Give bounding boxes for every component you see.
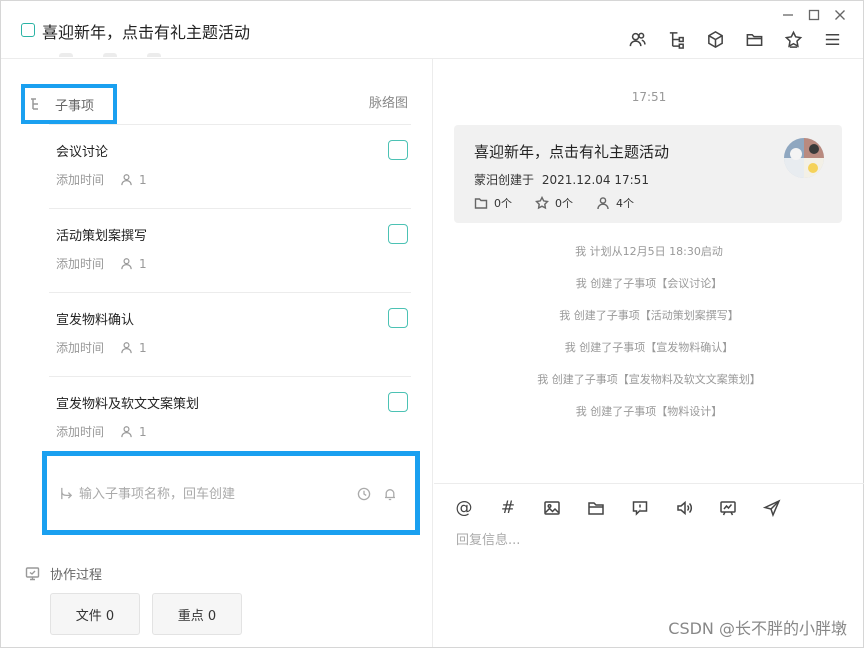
task-summary-card[interactable]: 喜迎新年，点击有礼主题活动 蒙汨创建于 2021.12.04 17:51 0个 … xyxy=(454,125,842,223)
log-entry: 我 创建了子事项【宣发物料确认】 xyxy=(564,341,734,354)
subtask-meta: 添加时间 1 xyxy=(56,423,147,440)
tab-indicator xyxy=(103,53,117,57)
due-date-icon[interactable] xyxy=(357,486,372,501)
subtask-item[interactable]: 宣发物料确认 添加时间 1 xyxy=(49,292,411,376)
log-entry: 我 创建了子事项【会议讨论】 xyxy=(575,277,723,290)
star-icon[interactable] xyxy=(783,29,804,50)
user-icon xyxy=(597,197,609,210)
subtask-name: 会议讨论 xyxy=(56,145,109,160)
subtask-name: 宣发物料确认 xyxy=(56,313,135,328)
close-icon[interactable] xyxy=(833,7,847,23)
subtask-assignee-count: 1 xyxy=(139,424,147,439)
cube-icon[interactable] xyxy=(705,29,726,50)
user-icon[interactable] xyxy=(120,257,134,271)
subtask-time-label[interactable]: 添加时间 xyxy=(56,339,104,356)
subtask-assignee-count: 1 xyxy=(139,340,147,355)
feedback-icon[interactable] xyxy=(630,498,650,518)
tab-indicator xyxy=(147,53,161,57)
subtask-meta: 添加时间 1 xyxy=(56,171,147,188)
hierarchy-icon[interactable] xyxy=(666,29,687,50)
folder-icon[interactable] xyxy=(744,29,765,50)
card-files-stat: 0个 xyxy=(474,195,512,211)
mention-icon[interactable]: @ xyxy=(454,498,474,518)
log-entry: 我 计划从12月5日 18:30启动 xyxy=(575,245,723,258)
reply-input[interactable] xyxy=(456,528,836,552)
mindmap-link[interactable]: 脉络图 xyxy=(369,92,408,111)
subtask-list: 会议讨论 添加时间 1 活动策划案撰写 添加时间 1 宣发物料确认 添加时间 1… xyxy=(49,124,411,460)
voice-icon[interactable] xyxy=(674,498,694,518)
subtask-branch-icon xyxy=(59,486,75,502)
watermark: CSDN @长不胖的小胖墩 xyxy=(668,619,847,638)
activity-log: 我 计划从12月5日 18:30启动 我 创建了子事项【会议讨论】 我 创建了子… xyxy=(434,243,864,435)
app-window: 喜迎新年，点击有礼主题活动 子事项 脉络图 会议讨论 添加时间 1 活动策划案撰… xyxy=(0,0,864,648)
card-members-count: 4个 xyxy=(616,197,634,210)
subtask-meta: 添加时间 1 xyxy=(56,339,147,356)
subtask-assignee-count: 1 xyxy=(139,256,147,271)
card-creator-prefix: 蒙汨创建于 xyxy=(474,173,535,187)
menu-icon[interactable] xyxy=(822,29,843,50)
title-bar: 喜迎新年，点击有礼主题活动 xyxy=(1,1,863,59)
task-toolbar xyxy=(627,29,843,50)
members-icon[interactable] xyxy=(627,29,648,50)
subtask-checkbox[interactable] xyxy=(388,308,408,328)
subtask-assignee-count: 1 xyxy=(139,172,147,187)
task-title: 喜迎新年，点击有礼主题活动 xyxy=(42,23,251,42)
subtasks-header-label: 子事项 xyxy=(55,98,95,114)
card-stats: 0个 0个 4个 xyxy=(474,195,657,211)
subtask-item[interactable]: 会议讨论 添加时间 1 xyxy=(49,124,411,208)
subtask-panel: 子事项 脉络图 会议讨论 添加时间 1 活动策划案撰写 添加时间 1 宣发物料确… xyxy=(1,59,433,647)
log-entry: 我 创建了子事项【宣发物料及软文文案策划】 xyxy=(537,373,761,386)
image-icon[interactable] xyxy=(542,498,562,518)
new-subtask-box xyxy=(42,451,420,535)
subtask-name: 宣发物料及软文文案策划 xyxy=(56,397,200,412)
collaboration-icon xyxy=(25,567,40,581)
subtask-time-label[interactable]: 添加时间 xyxy=(56,255,104,272)
subtask-checkbox[interactable] xyxy=(388,224,408,244)
subtask-time-label[interactable]: 添加时间 xyxy=(56,423,104,440)
card-members-stat: 4个 xyxy=(596,195,634,211)
user-icon[interactable] xyxy=(120,341,134,355)
message-time: 17:51 xyxy=(631,90,667,104)
card-created-at: 2021.12.04 17:51 xyxy=(541,173,649,187)
folder-icon[interactable] xyxy=(586,498,606,518)
collaboration-process-header: 协作过程 xyxy=(25,564,102,583)
hashtag-icon[interactable]: # xyxy=(498,498,518,518)
card-title: 喜迎新年，点击有礼主题活动 xyxy=(474,143,670,161)
reminder-bell-icon[interactable] xyxy=(383,486,398,501)
card-creator: 蒙汨创建于 2021.12.04 17:51 xyxy=(474,171,649,188)
new-subtask-input[interactable] xyxy=(79,482,349,506)
activity-panel: 17:51 喜迎新年，点击有礼主题活动 蒙汨创建于 2021.12.04 17:… xyxy=(434,59,864,647)
avatar[interactable] xyxy=(784,138,824,178)
subtask-item[interactable]: 活动策划案撰写 添加时间 1 xyxy=(49,208,411,292)
subtask-tree-icon xyxy=(31,98,38,110)
subtask-checkbox[interactable] xyxy=(388,392,408,412)
minimize-icon[interactable] xyxy=(781,7,795,23)
user-icon[interactable] xyxy=(120,173,134,187)
hidden-tab-indicators xyxy=(59,53,161,57)
subtask-checkbox[interactable] xyxy=(388,140,408,160)
subtask-meta: 添加时间 1 xyxy=(56,255,147,272)
files-filter-button[interactable]: 文件 0 xyxy=(50,593,140,635)
task-complete-checkbox[interactable] xyxy=(21,23,35,37)
log-entry: 我 创建了子事项【物料设计】 xyxy=(575,405,723,418)
window-controls xyxy=(781,7,847,23)
log-entry: 我 创建了子事项【活动策划案撰写】 xyxy=(559,309,739,322)
card-stars-count: 0个 xyxy=(555,197,573,210)
folder-icon xyxy=(474,198,488,209)
composer-toolbar: @ # xyxy=(454,498,806,518)
subtask-item[interactable]: 宣发物料及软文文案策划 添加时间 1 xyxy=(49,376,411,460)
card-stars-stat: 0个 xyxy=(535,195,573,211)
star-icon xyxy=(535,196,549,210)
maximize-icon[interactable] xyxy=(807,7,821,23)
subtask-name: 活动策划案撰写 xyxy=(56,229,148,244)
send-icon[interactable] xyxy=(762,498,782,518)
card-files-count: 0个 xyxy=(494,197,512,210)
subtasks-header: 子事项 xyxy=(21,84,117,124)
whiteboard-icon[interactable] xyxy=(718,498,738,518)
subtask-time-label[interactable]: 添加时间 xyxy=(56,171,104,188)
collaboration-process-label: 协作过程 xyxy=(50,568,103,583)
user-icon[interactable] xyxy=(120,425,134,439)
highlights-filter-button[interactable]: 重点 0 xyxy=(152,593,242,635)
tab-indicator xyxy=(59,53,73,57)
